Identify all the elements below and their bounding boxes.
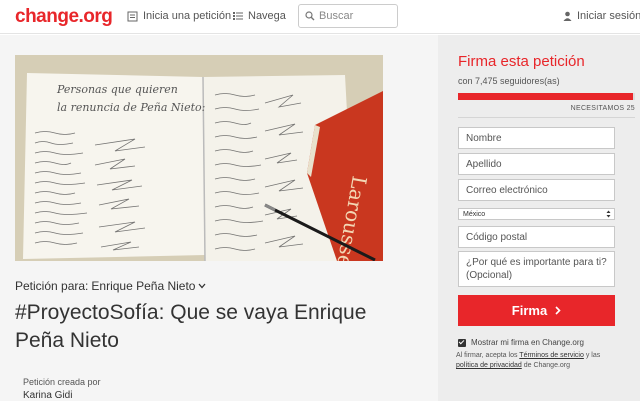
creator-name[interactable]: Karina Gidi (23, 390, 72, 401)
user-icon (563, 11, 572, 21)
email-field[interactable] (458, 179, 615, 201)
petition-image: Personas que quieren la renuncia de Peña… (15, 55, 383, 261)
postal-code-field[interactable] (458, 226, 615, 248)
sign-petition-panel: Firma esta petición con 7,475 seguidores… (438, 35, 640, 401)
browse-label: Navega (248, 10, 286, 22)
login-label: Iniciar sesión (577, 10, 640, 22)
country-select[interactable]: México (458, 208, 615, 220)
created-by-label: Petición creada por (23, 377, 101, 387)
legal-prefix: Al firmar, acepta los (456, 352, 518, 359)
supporters-count: con 7,475 seguidores(as) (458, 76, 560, 86)
petition-title: #ProyectoSofía: Que se vaya Enrique Peña… (15, 301, 367, 352)
start-petition-link[interactable]: Inicia una petición (127, 10, 231, 22)
sign-petition-title: Firma esta petición (458, 53, 585, 70)
select-arrows-icon (606, 210, 611, 218)
show-signature-option[interactable]: Mostrar mi firma en Change.org (458, 338, 584, 347)
image-heading-line2: la renuncia de Peña Nieto: (57, 101, 205, 114)
show-signature-label: Mostrar mi firma en Change.org (471, 338, 584, 347)
top-navigation-bar: change.org Inicia una petición Navega Bu… (0, 0, 640, 34)
browse-link[interactable]: Navega (233, 10, 286, 22)
first-name-field[interactable] (458, 127, 615, 149)
chevron-down-icon (198, 283, 206, 289)
divider (458, 117, 635, 118)
signatures-needed: NECESITAMOS 25 (570, 105, 635, 112)
legal-suffix: de Change.org (523, 362, 571, 369)
petition-recipient[interactable]: Petición para: Enrique Peña Nieto (15, 279, 206, 293)
legal-notice: Al firmar, acepta los Términos de servic… (456, 351, 621, 371)
progress-fill (458, 93, 634, 100)
search-box[interactable] (298, 4, 398, 28)
petition-main: Personas que quieren la renuncia de Peña… (0, 35, 438, 401)
login-link[interactable]: Iniciar sesión (563, 10, 640, 22)
chevron-right-icon (555, 306, 561, 315)
country-value: México (463, 210, 486, 218)
recipient-name: Enrique Peña Nieto (91, 279, 196, 293)
change-org-logo[interactable]: change.org (15, 6, 113, 28)
image-heading-line1: Personas que quieren (56, 83, 178, 96)
search-input[interactable] (319, 10, 395, 22)
terms-of-service-link[interactable]: Términos de servicio (519, 352, 584, 359)
start-petition-label: Inicia una petición (143, 10, 232, 22)
signature-progress-bar (458, 93, 635, 100)
sign-button-label: Firma (511, 303, 548, 318)
sign-button[interactable]: Firma (458, 295, 615, 326)
search-icon (305, 11, 315, 21)
list-icon (233, 12, 243, 20)
show-signature-checkbox[interactable] (458, 338, 466, 347)
privacy-policy-link[interactable]: política de privacidad (456, 362, 522, 369)
edit-petition-icon (127, 11, 138, 21)
recipient-label: Petición para: (15, 279, 89, 293)
reason-textarea[interactable] (458, 251, 615, 287)
legal-mid: y las (585, 352, 601, 359)
last-name-field[interactable] (458, 153, 615, 175)
petition-photo-illustration: Personas que quieren la renuncia de Peña… (15, 55, 383, 261)
